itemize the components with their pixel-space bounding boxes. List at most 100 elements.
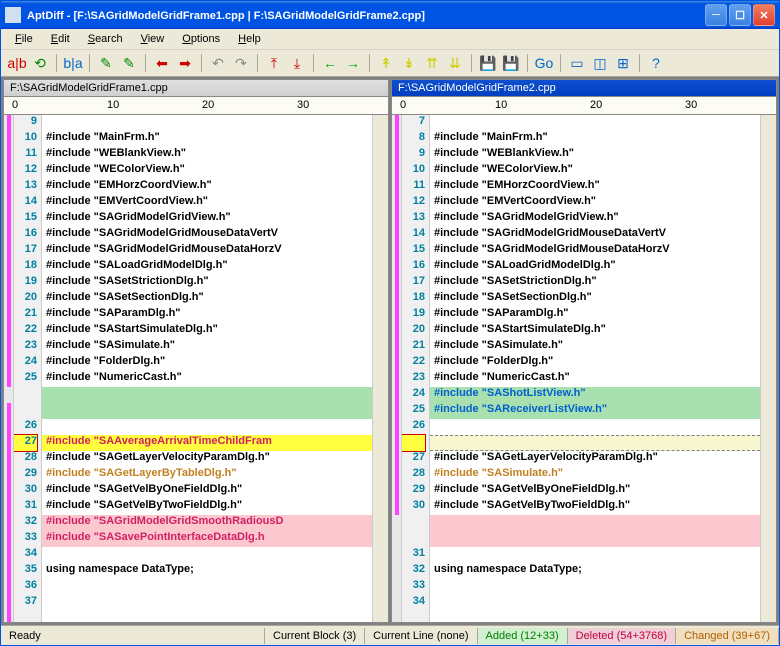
tb-undo-icon[interactable]: ↶	[208, 53, 228, 73]
tb-redo-icon[interactable]: ↷	[231, 53, 251, 73]
tb-edit1-icon[interactable]: ✎	[96, 53, 116, 73]
code-line[interactable]: #include "SASimulate.h"	[430, 467, 760, 483]
code-line[interactable]: #include "SAGetVelByOneFieldDlg.h"	[42, 483, 372, 499]
menu-edit[interactable]: Edit	[43, 31, 78, 47]
tb-first-diff-icon[interactable]: ⤒	[264, 53, 284, 73]
tb-refresh-icon[interactable]: ⟲	[30, 53, 50, 73]
menu-options[interactable]: Options	[174, 31, 228, 47]
code-line[interactable]: #include "SALoadGridModelDlg.h"	[430, 259, 760, 275]
code-line[interactable]: #include "SASimulate.h"	[42, 339, 372, 355]
code-line[interactable]	[430, 595, 760, 611]
menu-search[interactable]: Search	[80, 31, 131, 47]
code-line[interactable]: #include "SAGridModelGridMouseDataVertV	[42, 227, 372, 243]
right-code[interactable]: 7891011121314151617181920212223242526272…	[392, 115, 776, 622]
menu-view[interactable]: View	[133, 31, 173, 47]
code-line[interactable]	[430, 579, 760, 595]
tb-down2-icon[interactable]: ⇊	[445, 53, 465, 73]
code-line[interactable]: #include "MainFrm.h"	[430, 131, 760, 147]
code-line[interactable]: #include "SAGetLayerByTableDlg.h"	[42, 467, 372, 483]
code-line[interactable]	[430, 531, 760, 547]
code-line[interactable]	[42, 403, 372, 419]
close-button[interactable]: ✕	[753, 4, 775, 26]
code-line[interactable]: using namespace DataType;	[42, 563, 372, 579]
right-lines[interactable]: #include "MainFrm.h"#include "WEBlankVie…	[430, 115, 760, 622]
code-line[interactable]: #include "SAGridModelGridView.h"	[430, 211, 760, 227]
code-line[interactable]: using namespace DataType;	[430, 563, 760, 579]
tb-down1-icon[interactable]: ↡	[399, 53, 419, 73]
maximize-button[interactable]: ☐	[729, 4, 751, 26]
code-line[interactable]: #include "SASetSectionDlg.h"	[42, 291, 372, 307]
code-line[interactable]: #include "WEColorView.h"	[42, 163, 372, 179]
code-line[interactable]: #include "SASetStrictionDlg.h"	[42, 275, 372, 291]
code-line[interactable]: #include "SAGridModelGridMouseDataVertV	[430, 227, 760, 243]
titlebar[interactable]: AptDiff - [F:\SAGridModelGridFrame1.cpp …	[1, 1, 779, 29]
tb-up1-icon[interactable]: ↟	[376, 53, 396, 73]
code-line[interactable]: #include "SAAverageArrivalTimeChildFram	[42, 435, 372, 451]
code-line[interactable]: #include "SAGridModelGridSmoothRadiousD	[42, 515, 372, 531]
menu-help[interactable]: Help	[230, 31, 269, 47]
code-line[interactable]: #include "EMHorzCoordView.h"	[430, 179, 760, 195]
tb-save-icon[interactable]: 💾	[478, 53, 498, 73]
code-line[interactable]: #include "SAGetVelByTwoFieldDlg.h"	[42, 499, 372, 515]
code-line[interactable]: #include "NumericCast.h"	[430, 371, 760, 387]
code-line[interactable]	[42, 595, 372, 611]
code-line[interactable]: #include "SAParamDlg.h"	[42, 307, 372, 323]
code-line[interactable]: #include "SAStartSimulateDlg.h"	[430, 323, 760, 339]
code-line[interactable]: #include "SAGetLayerVelocityParamDlg.h"	[430, 451, 760, 467]
code-line[interactable]: #include "SAGetLayerVelocityParamDlg.h"	[42, 451, 372, 467]
left-lines[interactable]: #include "MainFrm.h"#include "WEBlankVie…	[42, 115, 372, 622]
code-line[interactable]	[42, 115, 372, 131]
code-line[interactable]: #include "SAParamDlg.h"	[430, 307, 760, 323]
tb-edit2-icon[interactable]: ✎	[119, 53, 139, 73]
code-line[interactable]: #include "SASetStrictionDlg.h"	[430, 275, 760, 291]
code-line[interactable]: #include "EMVertCoordView.h"	[430, 195, 760, 211]
code-line[interactable]	[430, 115, 760, 131]
code-line[interactable]	[430, 419, 760, 435]
code-line[interactable]	[42, 579, 372, 595]
code-line[interactable]: #include "WEBlankView.h"	[430, 147, 760, 163]
code-line[interactable]: #include "SAReceiverListView.h"	[430, 403, 760, 419]
code-line[interactable]: #include "MainFrm.h"	[42, 131, 372, 147]
tb-prev-icon[interactable]: ←	[320, 53, 340, 73]
code-line[interactable]: ▶	[430, 435, 760, 451]
tb-last-diff-icon[interactable]: ⤓	[287, 53, 307, 73]
code-line[interactable]	[430, 547, 760, 563]
tb-view3-icon[interactable]: ⊞	[613, 53, 633, 73]
tb-next-icon[interactable]: →	[343, 53, 363, 73]
code-line[interactable]: #include "SAStartSimulateDlg.h"	[42, 323, 372, 339]
code-line[interactable]	[42, 419, 372, 435]
code-line[interactable]: #include "SAGetVelByOneFieldDlg.h"	[430, 483, 760, 499]
code-line[interactable]: #include "SAGridModelGridMouseDataHorzV	[42, 243, 372, 259]
code-line[interactable]: #include "SASavePointInterfaceDataDlg.h	[42, 531, 372, 547]
code-line[interactable]: #include "SAGridModelGridView.h"	[42, 211, 372, 227]
tb-view2-icon[interactable]: ◫	[590, 53, 610, 73]
tb-merge-left-icon[interactable]: ⬅	[152, 53, 172, 73]
code-line[interactable]	[42, 387, 372, 403]
tb-saveall-icon[interactable]: 💾	[501, 53, 521, 73]
left-scrollbar[interactable]	[372, 115, 388, 622]
code-line[interactable]: #include "FolderDlg.h"	[42, 355, 372, 371]
code-line[interactable]: #include "WEColorView.h"	[430, 163, 760, 179]
code-line[interactable]: #include "SAShotListView.h"	[430, 387, 760, 403]
menu-file[interactable]: File	[7, 31, 41, 47]
code-line[interactable]: #include "SAGridModelGridMouseDataHorzV	[430, 243, 760, 259]
code-line[interactable]: #include "SASetSectionDlg.h"	[430, 291, 760, 307]
tb-swap-icon[interactable]: b|a	[63, 53, 83, 73]
left-code[interactable]: 9101112131415161718192021222324252627282…	[4, 115, 388, 622]
code-line[interactable]: #include "EMVertCoordView.h"	[42, 195, 372, 211]
code-line[interactable]: #include "NumericCast.h"	[42, 371, 372, 387]
code-line[interactable]: #include "SALoadGridModelDlg.h"	[42, 259, 372, 275]
code-line[interactable]	[430, 515, 760, 531]
code-line[interactable]: #include "SASimulate.h"	[430, 339, 760, 355]
code-line[interactable]: #include "EMHorzCoordView.h"	[42, 179, 372, 195]
tb-up2-icon[interactable]: ⇈	[422, 53, 442, 73]
tb-view1-icon[interactable]: ▭	[567, 53, 587, 73]
tb-merge-right-icon[interactable]: ➡	[175, 53, 195, 73]
code-line[interactable]: #include "FolderDlg.h"	[430, 355, 760, 371]
tb-goto-icon[interactable]: Go	[534, 53, 554, 73]
tb-compare-icon[interactable]: a|b	[7, 53, 27, 73]
minimize-button[interactable]: ─	[705, 4, 727, 26]
right-scrollbar[interactable]	[760, 115, 776, 622]
code-line[interactable]: #include "SAGetVelByTwoFieldDlg.h"	[430, 499, 760, 515]
code-line[interactable]: #include "WEBlankView.h"	[42, 147, 372, 163]
